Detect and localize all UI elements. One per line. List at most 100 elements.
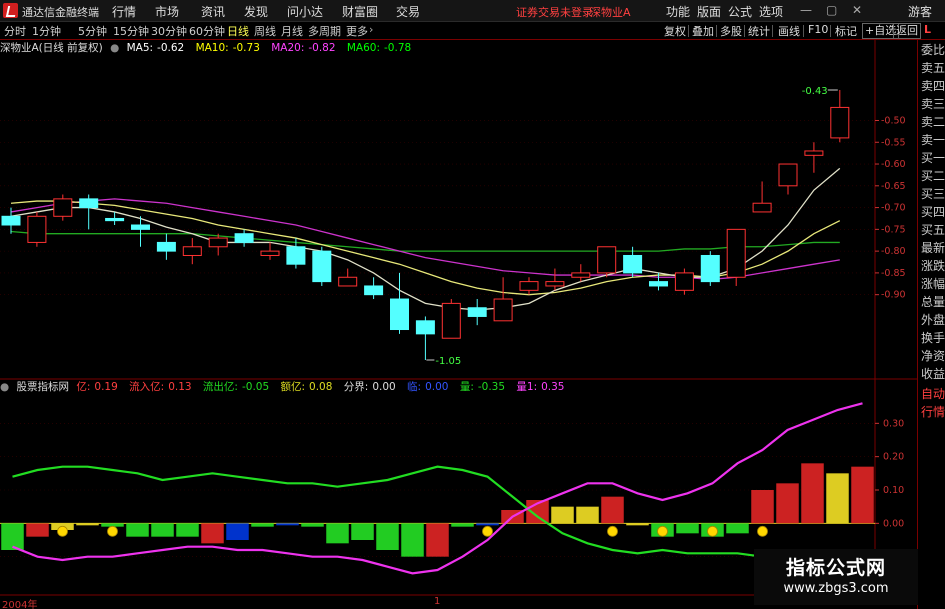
tab-multi-period[interactable]: 多周期 [308,23,341,39]
side-item-sell1[interactable]: 卖一 [921,132,945,148]
tab-more[interactable]: 更多 [346,23,368,39]
button-diejia[interactable]: 叠加 [692,23,714,39]
side-item-change[interactable]: 涨跌 [921,258,945,274]
candle-body [208,237,228,248]
tab-5min[interactable]: 5分钟 [78,23,107,39]
kline-chart[interactable]: -0.50 -0.55 -0.60 -0.65 -0.70 -0.75 -0.80 -0.85… [0,40,917,596]
legend-outflow: 流出亿: -0.05 [202,381,270,393]
candle-body [156,241,176,252]
tab-1min[interactable]: 1分钟 [32,23,61,39]
menu-caifuquan[interactable]: 财富圈 [342,3,378,20]
side-item-buy2[interactable]: 买二 [921,168,945,184]
candle [830,90,850,143]
button-tongji[interactable]: 统计 [748,23,770,39]
candle [778,163,798,195]
menu-xuanxiang[interactable]: 选项 [759,3,783,20]
side-item-change-pct[interactable]: 涨幅 [921,276,945,292]
button-back[interactable]: 返回 [893,23,921,39]
tab-fenshi[interactable]: 分时 [4,23,26,39]
side-item-quote[interactable]: 行情 [921,404,945,420]
menu-jiaoyi[interactable]: 交易 [396,3,420,20]
sub-y-tick-label: 0.20 [883,452,904,463]
tab-monthly[interactable]: 月线 [281,23,303,39]
side-item-netasset[interactable]: 净资 [921,348,945,364]
settings-circle-icon[interactable]: ● [0,381,9,393]
indicator-bar [376,523,399,550]
menu-faxian[interactable]: 发现 [244,3,268,20]
min-price-label: -1.05 [435,356,461,367]
period-tab-bar: 分时 1分钟 5分钟 15分钟 30分钟 60分钟 日线 周线 月线 多周期 更… [0,22,945,40]
side-item-earnings[interactable]: 收益 [921,366,945,382]
indicator-bar [801,463,824,524]
candle-body [493,298,513,322]
divider [744,25,745,37]
candle-body [752,202,772,213]
menu-banmian[interactable]: 版面 [697,3,721,20]
menu-zixun[interactable]: 资讯 [201,3,225,20]
indicator-bar [151,523,174,537]
chart-title: 深物业A(日线 前复权) [0,42,103,54]
candle-body [53,198,73,217]
side-item-weibi[interactable]: 委比 [921,42,945,58]
divider [830,25,831,37]
button-duogu[interactable]: 多股 [720,23,742,39]
side-item-buy5[interactable]: 买五 [921,222,945,238]
button-f10[interactable]: F10 [808,23,828,36]
candle-body [519,281,539,291]
tab-weekly[interactable]: 周线 [254,23,276,39]
button-biaoji[interactable]: 标记 [835,23,857,39]
tab-15min[interactable]: 15分钟 [113,23,149,39]
y-tick-label: -0.55 [881,137,906,148]
y-tick-label: -0.80 [881,246,906,257]
candle [312,246,332,286]
menu-shichang[interactable]: 市场 [155,3,179,20]
side-item-buy4[interactable]: 买四 [921,204,945,220]
guest-link[interactable]: 游客 [908,3,932,20]
side-item-sell3[interactable]: 卖三 [921,96,945,112]
maximize-icon[interactable]: ▢ [826,3,837,17]
tab-60min[interactable]: 60分钟 [189,23,225,39]
menu-gongshi[interactable]: 公式 [728,3,752,20]
menu-hangqing[interactable]: 行情 [112,3,136,20]
candle [493,277,513,322]
side-item-buy3[interactable]: 买三 [921,186,945,202]
tab-30min[interactable]: 30分钟 [151,23,187,39]
button-huaxian[interactable]: 画线 [778,23,800,39]
button-fuquan[interactable]: 复权 [664,23,686,39]
menu-gongneng[interactable]: 功能 [666,3,690,20]
side-item-outer[interactable]: 外盘 [921,312,945,328]
side-item-sell4[interactable]: 卖四 [921,78,945,94]
level-l-icon[interactable]: L [924,23,931,36]
side-item-volume[interactable]: 总量 [921,294,945,310]
tab-daily[interactable]: 日线 [227,23,249,39]
login-warning[interactable]: 证券交易未登录 [516,4,593,20]
candle-body [726,228,746,278]
y-tick-label: -0.90 [881,290,906,301]
minimize-icon[interactable]: — [800,3,812,17]
close-icon[interactable]: ✕ [852,3,862,17]
candle [545,268,565,291]
indicator-legend: ● 股票指标网 亿: 0.19 流入亿: 0.13 流出亿: -0.05 额亿: 0.0… [0,379,573,395]
y-tick-label: -0.65 [881,181,906,192]
chevron-right-icon[interactable]: › [369,23,373,36]
side-item-buy1[interactable]: 买一 [921,150,945,166]
sub-y-tick-label: 0.30 [883,418,904,429]
side-item-sell2[interactable]: 卖二 [921,114,945,130]
indicator-bar [451,523,474,527]
candle-body [804,150,824,156]
settings-circle-icon[interactable]: ● [110,42,119,54]
divider [772,25,773,37]
candle [519,277,539,295]
indicator-bar [301,523,324,527]
side-item-latest[interactable]: 最新 [921,240,945,256]
ma60-line [10,230,840,252]
legend-amount: 额亿: 0.08 [280,381,333,393]
side-item-auto[interactable]: 自动 [921,386,945,402]
signal-smiley-icon [757,525,768,537]
candle [260,242,280,260]
side-item-turnover[interactable]: 换手 [921,330,945,346]
indicator-bar [76,523,99,526]
menu-wenxiaoda[interactable]: 问小达 [287,3,323,20]
side-item-sell5[interactable]: 卖五 [921,60,945,76]
y-tick-label: -0.50 [881,115,906,126]
